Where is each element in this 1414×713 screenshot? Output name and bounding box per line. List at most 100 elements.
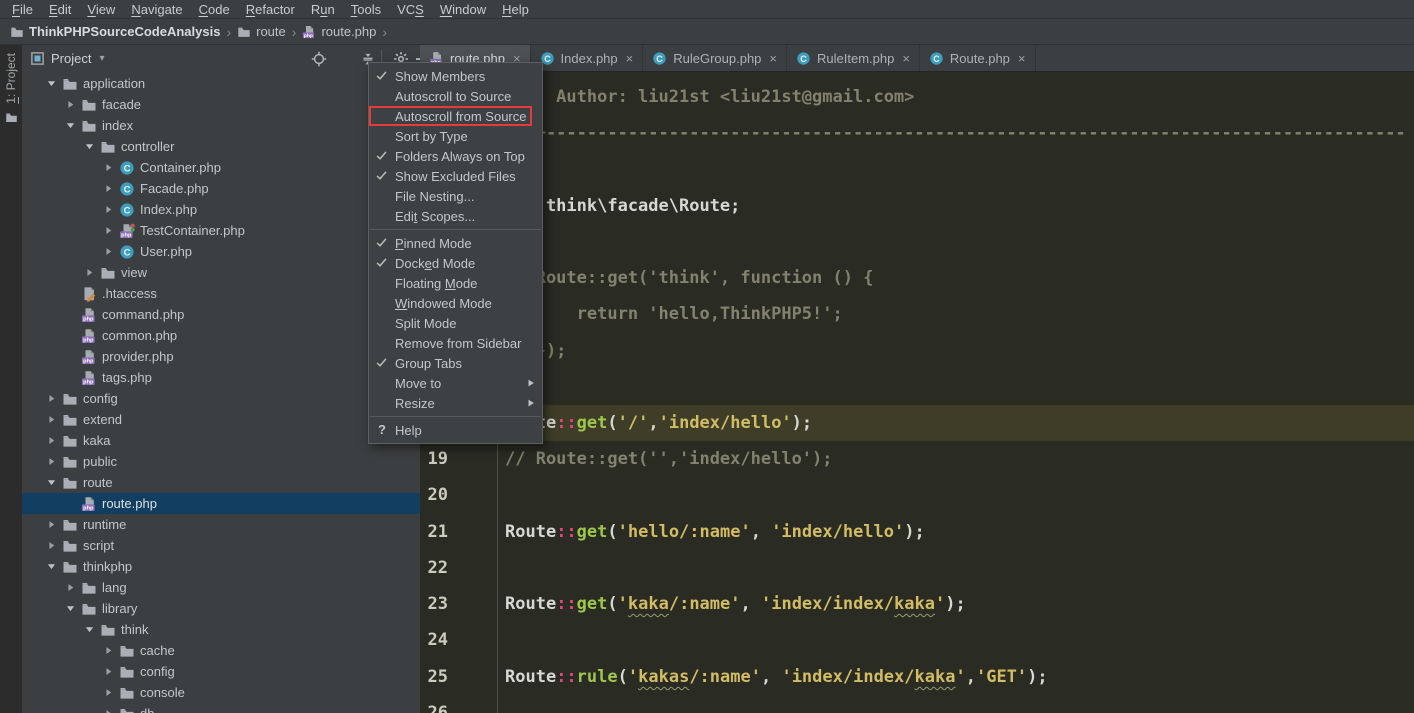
breadcrumb-item-route[interactable]: route <box>237 24 286 39</box>
tree-item-provider-php[interactable]: phpprovider.php <box>22 346 420 367</box>
menu-item-floating-mode[interactable]: Floating Mode <box>369 273 542 293</box>
tree-item-think[interactable]: think <box>22 619 420 640</box>
code-line[interactable]: 25Route::rule('kakas/:name', 'index/inde… <box>420 659 1414 695</box>
code-line[interactable]: 23Route::get('kaka/:name', 'index/index/… <box>420 586 1414 622</box>
close-icon[interactable]: × <box>626 51 634 66</box>
tree-item-route-php[interactable]: phproute.php <box>22 493 420 514</box>
code-line[interactable]: 22 <box>420 550 1414 586</box>
menu-item-windowed-mode[interactable]: Windowed Mode <box>369 293 542 313</box>
chevron-expanded-icon[interactable] <box>65 120 76 131</box>
menubar-item-navigate[interactable]: Navigate <box>123 2 190 17</box>
menubar-item-edit[interactable]: Edit <box>41 2 79 17</box>
menubar-item-file[interactable]: File <box>4 2 41 17</box>
tab-ruleitem-php[interactable]: CRuleItem.php× <box>787 45 920 71</box>
tree-item-cache[interactable]: cache <box>22 640 420 661</box>
menu-item-show-excluded-files[interactable]: Show Excluded Files <box>369 166 542 186</box>
menu-item-move-to[interactable]: Move to <box>369 373 542 393</box>
locate-icon[interactable] <box>311 51 327 67</box>
chevron-collapsed-icon[interactable] <box>103 645 114 656</box>
menubar-item-run[interactable]: Run <box>303 2 343 17</box>
chevron-collapsed-icon[interactable] <box>84 267 95 278</box>
code-line[interactable]: 13 <box>420 224 1414 260</box>
tab-rulegroup-php[interactable]: CRuleGroup.php× <box>643 45 787 71</box>
chevron-expanded-icon[interactable] <box>46 561 57 572</box>
chevron-collapsed-icon[interactable] <box>46 540 57 551</box>
tree-item-public[interactable]: public <box>22 451 420 472</box>
menu-item-autoscroll-from-source[interactable]: Autoscroll from Source <box>369 106 532 126</box>
code-line[interactable]: 24 <box>420 622 1414 658</box>
tree-item-common-php[interactable]: phpcommon.php <box>22 325 420 346</box>
menu-item-pinned-mode[interactable]: Pinned Mode <box>369 233 542 253</box>
menu-item-autoscroll-to-source[interactable]: Autoscroll to Source <box>369 86 542 106</box>
close-icon[interactable]: × <box>769 51 777 66</box>
breadcrumb-item-thinkphpsourcecodeanalysis[interactable]: ThinkPHPSourceCodeAnalysis <box>10 24 220 39</box>
tree-item-controller[interactable]: controller <box>22 136 420 157</box>
tree-item-runtime[interactable]: runtime <box>22 514 420 535</box>
tree-item-console[interactable]: console <box>22 682 420 703</box>
menu-item-resize[interactable]: Resize <box>369 393 542 413</box>
code-line[interactable]: 9// | Author: liu21st <liu21st@gmail.com… <box>420 79 1414 115</box>
stripe-button-project[interactable]: 1: Project <box>0 53 22 124</box>
tree-item-facade[interactable]: facade <box>22 94 420 115</box>
chevron-collapsed-icon[interactable] <box>65 582 76 593</box>
menu-item-file-nesting[interactable]: File Nesting... <box>369 186 542 206</box>
menubar-item-help[interactable]: Help <box>494 2 537 17</box>
code-line[interactable]: 26 <box>420 695 1414 713</box>
chevron-collapsed-icon[interactable] <box>103 183 114 194</box>
menu-item-help[interactable]: ?Help <box>369 420 542 440</box>
chevron-collapsed-icon[interactable] <box>103 162 114 173</box>
tree-item-container-php[interactable]: CContainer.php <box>22 157 420 178</box>
chevron-collapsed-icon[interactable] <box>46 393 57 404</box>
tree-item-kaka[interactable]: kaka <box>22 430 420 451</box>
chevron-collapsed-icon[interactable] <box>46 435 57 446</box>
chevron-expanded-icon[interactable] <box>65 603 76 614</box>
tree-item-testcontainer-php[interactable]: phpTestContainer.php <box>22 220 420 241</box>
menu-item-sort-by-type[interactable]: Sort by Type <box>369 126 542 146</box>
chevron-collapsed-icon[interactable] <box>46 414 57 425</box>
chevron-expanded-icon[interactable] <box>46 477 57 488</box>
tree-item-thinkphp[interactable]: thinkphp <box>22 556 420 577</box>
tree-item-command-php[interactable]: phpcommand.php <box>22 304 420 325</box>
chevron-collapsed-icon[interactable] <box>103 204 114 215</box>
tree-item-index[interactable]: index <box>22 115 420 136</box>
tree-item-index-php[interactable]: CIndex.php <box>22 199 420 220</box>
tree-item-application[interactable]: application <box>22 73 420 94</box>
code-line[interactable]: 14// Route::get('think', function () { <box>420 260 1414 296</box>
chevron-collapsed-icon[interactable] <box>103 687 114 698</box>
menubar-item-tools[interactable]: Tools <box>343 2 389 17</box>
menu-item-folders-always-on-top[interactable]: Folders Always on Top <box>369 146 542 166</box>
tab-index-php[interactable]: CIndex.php× <box>531 45 644 71</box>
menubar-item-view[interactable]: View <box>79 2 123 17</box>
tab-route-php[interactable]: CRoute.php× <box>920 45 1036 71</box>
menu-item-remove-from-sidebar[interactable]: Remove from Sidebar <box>369 333 542 353</box>
code-line[interactable]: 10// +----------------------------------… <box>420 115 1414 151</box>
chevron-expanded-icon[interactable] <box>46 78 57 89</box>
tree-item-db[interactable]: db <box>22 703 420 713</box>
chevron-expanded-icon[interactable] <box>84 141 95 152</box>
breadcrumb-item-route-php[interactable]: phproute.php <box>302 24 376 39</box>
menubar-item-window[interactable]: Window <box>432 2 494 17</box>
tree-item-facade-php[interactable]: CFacade.php <box>22 178 420 199</box>
menu-item-docked-mode[interactable]: Docked Mode <box>369 253 542 273</box>
close-icon[interactable]: × <box>1018 51 1026 66</box>
menu-item-split-mode[interactable]: Split Mode <box>369 313 542 333</box>
chevron-collapsed-icon[interactable] <box>46 456 57 467</box>
code-line[interactable]: 19// Route::get('','index/hello'); <box>420 441 1414 477</box>
tree-item-lang[interactable]: lang <box>22 577 420 598</box>
tree-item-config[interactable]: config <box>22 661 420 682</box>
chevron-collapsed-icon[interactable] <box>46 519 57 530</box>
close-icon[interactable]: × <box>902 51 910 66</box>
tree-item-library[interactable]: library <box>22 598 420 619</box>
code-line[interactable]: 21Route::get('hello/:name', 'index/hello… <box>420 514 1414 550</box>
menubar-item-vcs[interactable]: VCS <box>389 2 432 17</box>
menu-item-edit-scopes[interactable]: Edit Scopes... <box>369 206 542 226</box>
code-line[interactable]: 16// }); <box>420 333 1414 369</box>
tree-item-extend[interactable]: extend <box>22 409 420 430</box>
menu-item-show-members[interactable]: Show Members <box>369 66 542 86</box>
code-line[interactable]: 18Route::get('/','index/hello'); <box>420 405 1414 441</box>
code-line[interactable]: 15// return 'hello,ThinkPHP5!'; <box>420 296 1414 332</box>
code-line[interactable]: 12use think\facade\Route; <box>420 188 1414 224</box>
chevron-collapsed-icon[interactable] <box>103 225 114 236</box>
chevron-expanded-icon[interactable] <box>84 624 95 635</box>
project-view-selector[interactable]: Project ▾ <box>30 45 105 72</box>
